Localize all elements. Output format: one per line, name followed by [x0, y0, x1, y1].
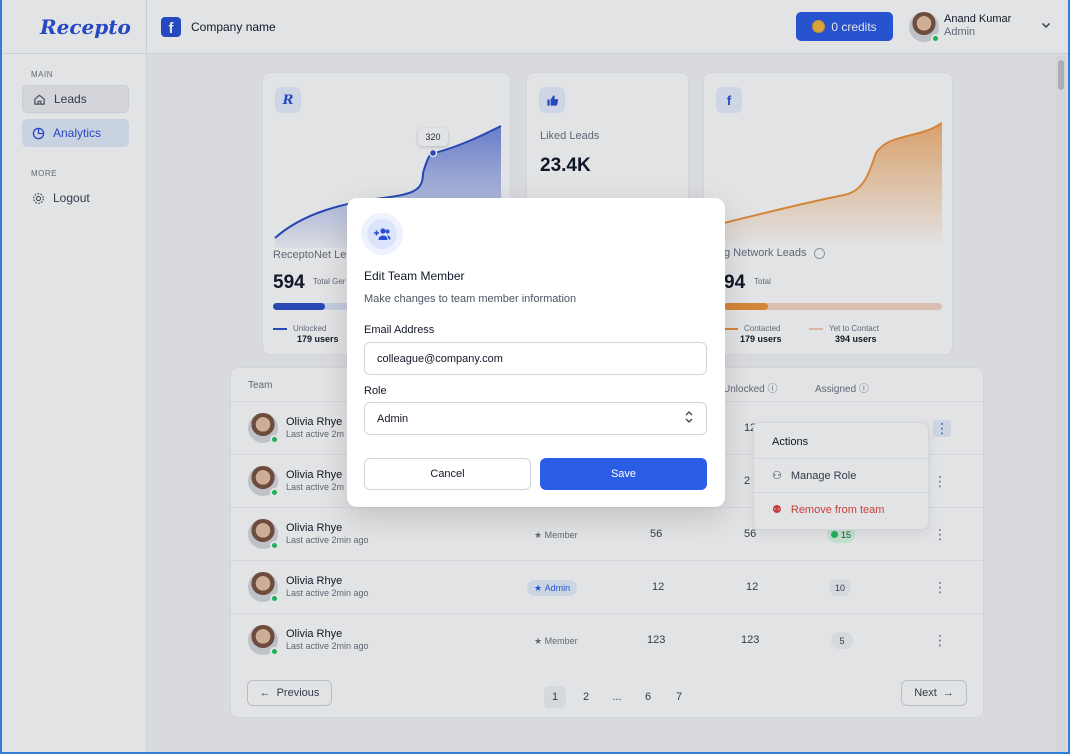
role-select-value: Admin: [377, 412, 409, 425]
modal-icon: [361, 213, 403, 255]
edit-team-member-modal: Edit Team Member Make changes to team me…: [347, 198, 725, 507]
role-label: Role: [364, 385, 387, 397]
cancel-button[interactable]: Cancel: [364, 458, 531, 490]
save-button[interactable]: Save: [540, 458, 707, 490]
email-field[interactable]: [364, 342, 707, 375]
chevron-up-down-icon: [684, 410, 694, 427]
email-label: Email Address: [364, 324, 435, 336]
modal-title: Edit Team Member: [364, 269, 465, 283]
modal-subtitle: Make changes to team member information: [364, 293, 577, 305]
role-select[interactable]: Admin: [364, 402, 707, 435]
add-user-icon: [367, 219, 397, 249]
